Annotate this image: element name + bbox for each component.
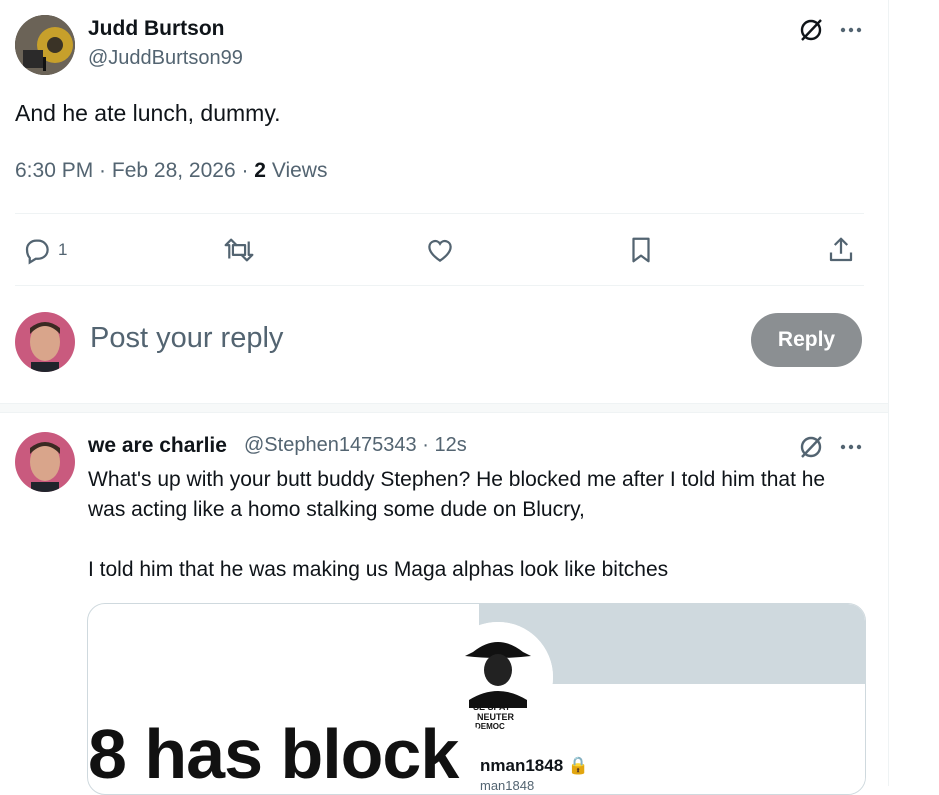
reply-text-paragraph: I told him that he was making us Maga al… bbox=[88, 558, 669, 581]
reply-author-handle: @Stephen1475343 · 12s bbox=[244, 434, 467, 457]
tweet-text: And he ate lunch, dummy. bbox=[15, 100, 281, 126]
lock-icon: 🔒 bbox=[567, 756, 590, 775]
repost-icon bbox=[224, 238, 254, 262]
more-options-icon[interactable] bbox=[836, 432, 866, 462]
heart-icon bbox=[428, 239, 452, 262]
reply-timestamp[interactable]: · 12s bbox=[417, 434, 466, 456]
share-icon bbox=[829, 237, 853, 262]
reply-text-paragraph: What's up with your butt buddy Stephen? … bbox=[88, 468, 826, 521]
author-handle[interactable]: @JuddBurtson99 bbox=[88, 47, 243, 70]
grok-icon[interactable] bbox=[796, 15, 826, 45]
reply-handle-text[interactable]: @Stephen1475343 bbox=[244, 434, 417, 456]
svg-text:NEUTER: NEUTER bbox=[477, 712, 515, 722]
reply-count: 1 bbox=[58, 240, 68, 259]
tweet-meta: 6:30 PM · Feb 28, 2026 · 2 Views bbox=[15, 159, 327, 183]
conversation-column: Judd Burtson @JuddBurtson99 And he ate l… bbox=[0, 0, 888, 795]
grok-icon[interactable] bbox=[796, 432, 826, 462]
reply-icon bbox=[25, 239, 49, 265]
bookmark-action[interactable] bbox=[626, 232, 656, 268]
reply-button[interactable]: Reply bbox=[751, 313, 862, 367]
reply-action[interactable]: 1 bbox=[22, 232, 67, 268]
user-avatar[interactable] bbox=[15, 312, 75, 372]
media-caption-text: 8 has block bbox=[88, 715, 459, 793]
divider bbox=[15, 213, 864, 214]
author-name[interactable]: Judd Burtson bbox=[88, 17, 225, 41]
views-count: 2 bbox=[254, 159, 266, 182]
more-options-icon[interactable] bbox=[836, 15, 866, 45]
reply-author-avatar[interactable] bbox=[15, 432, 75, 492]
bookmark-icon bbox=[632, 237, 650, 263]
repost-action[interactable] bbox=[222, 232, 256, 268]
tweet-media-image[interactable]: 8 has block SE SPAY NEUTER DEMOC nman184… bbox=[87, 603, 866, 795]
profile-name: nman1848 🔒 bbox=[480, 756, 589, 776]
divider bbox=[15, 285, 864, 286]
author-avatar[interactable] bbox=[15, 15, 75, 75]
share-action[interactable] bbox=[826, 232, 856, 268]
profile-name-text: nman1848 bbox=[480, 756, 564, 775]
svg-text:SE SPAY: SE SPAY bbox=[473, 702, 511, 712]
reply-input[interactable]: Post your reply bbox=[90, 322, 283, 355]
reply-text: What's up with your butt buddy Stephen? … bbox=[88, 465, 848, 585]
reply-author-name[interactable]: we are charlie bbox=[88, 434, 227, 458]
like-action[interactable] bbox=[424, 232, 456, 268]
profile-picture: SE SPAY NEUTER DEMOC bbox=[443, 622, 553, 732]
section-separator bbox=[0, 403, 888, 413]
views-label: Views bbox=[271, 159, 328, 182]
tweet-timestamp[interactable]: 6:30 PM · Feb 28, 2026 · bbox=[15, 159, 254, 182]
right-sidebar-edge bbox=[888, 0, 939, 786]
